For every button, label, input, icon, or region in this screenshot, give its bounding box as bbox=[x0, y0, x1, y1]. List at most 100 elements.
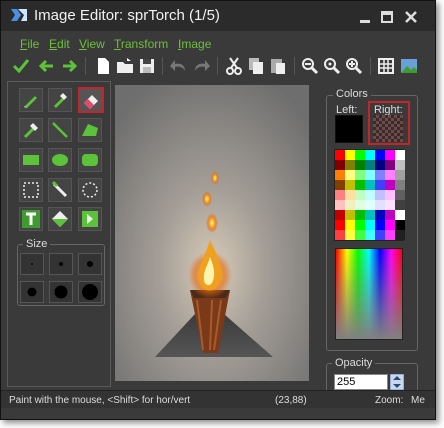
palette-swatch[interactable] bbox=[335, 200, 345, 210]
menu-transform[interactable]: Transform bbox=[114, 37, 168, 51]
opacity-stepper[interactable] bbox=[390, 374, 404, 390]
dropper-tool[interactable] bbox=[19, 118, 43, 142]
palette-swatch[interactable] bbox=[335, 150, 345, 160]
palette-swatch[interactable] bbox=[345, 180, 355, 190]
palette-swatch[interactable] bbox=[355, 190, 365, 200]
menu-image[interactable]: Image bbox=[178, 37, 211, 51]
palette-swatch[interactable] bbox=[395, 230, 405, 240]
palette-swatch[interactable] bbox=[375, 220, 385, 230]
zoom-reset-icon[interactable] bbox=[322, 56, 342, 76]
size-option-6[interactable] bbox=[78, 281, 102, 303]
palette-swatch[interactable] bbox=[395, 210, 405, 220]
palette-swatch[interactable] bbox=[365, 210, 375, 220]
rectangle-tool[interactable] bbox=[19, 148, 43, 172]
size-option-3[interactable] bbox=[78, 253, 102, 275]
palette-swatch[interactable] bbox=[335, 210, 345, 220]
open-folder-icon[interactable] bbox=[115, 56, 135, 76]
undo-arrow-icon[interactable] bbox=[37, 56, 57, 76]
palette-swatch[interactable] bbox=[345, 150, 355, 160]
palette-swatch[interactable] bbox=[375, 180, 385, 190]
grid-icon[interactable] bbox=[376, 56, 396, 76]
copy-icon[interactable] bbox=[246, 56, 266, 76]
palette-swatch[interactable] bbox=[385, 180, 395, 190]
palette-swatch[interactable] bbox=[365, 220, 375, 230]
menu-edit[interactable]: Edit bbox=[49, 37, 70, 51]
palette-swatch[interactable] bbox=[345, 170, 355, 180]
palette-swatch[interactable] bbox=[395, 200, 405, 210]
redo-arrow-icon[interactable] bbox=[59, 56, 79, 76]
palette-swatch[interactable] bbox=[385, 210, 395, 220]
spray-tool[interactable] bbox=[48, 88, 72, 112]
opacity-input[interactable] bbox=[334, 374, 388, 390]
palette-swatch[interactable] bbox=[365, 180, 375, 190]
checkmark-icon[interactable] bbox=[11, 56, 31, 76]
ellipse-tool[interactable] bbox=[48, 148, 72, 172]
cut-icon[interactable] bbox=[224, 56, 244, 76]
palette-swatch[interactable] bbox=[335, 220, 345, 230]
palette-swatch[interactable] bbox=[335, 170, 345, 180]
palette-swatch[interactable] bbox=[385, 220, 395, 230]
palette-swatch[interactable] bbox=[375, 170, 385, 180]
palette-swatch[interactable] bbox=[375, 200, 385, 210]
palette-swatch[interactable] bbox=[335, 230, 345, 240]
palette-swatch[interactable] bbox=[345, 230, 355, 240]
palette-swatch[interactable] bbox=[375, 190, 385, 200]
palette-swatch[interactable] bbox=[385, 200, 395, 210]
palette-swatch[interactable] bbox=[355, 170, 365, 180]
title-bar[interactable]: Image Editor: sprTorch (1/5) bbox=[1, 1, 435, 31]
maximize-button[interactable] bbox=[377, 9, 397, 25]
menu-file[interactable]: File bbox=[20, 37, 39, 51]
palette-swatch[interactable] bbox=[385, 170, 395, 180]
sprite-canvas[interactable] bbox=[115, 85, 309, 381]
palette-swatch[interactable] bbox=[345, 200, 355, 210]
palette-swatch[interactable] bbox=[395, 150, 405, 160]
palette-swatch[interactable] bbox=[355, 220, 365, 230]
size-option-2[interactable] bbox=[49, 253, 73, 275]
palette-swatch[interactable] bbox=[395, 180, 405, 190]
line-tool[interactable] bbox=[48, 118, 72, 142]
eraser-tool[interactable] bbox=[78, 87, 104, 113]
left-color-swatch[interactable] bbox=[335, 115, 363, 143]
palette-swatch[interactable] bbox=[355, 230, 365, 240]
pencil-tool[interactable] bbox=[19, 88, 43, 112]
palette-swatch[interactable] bbox=[345, 220, 355, 230]
palette-swatch[interactable] bbox=[395, 160, 405, 170]
palette-swatch[interactable] bbox=[345, 210, 355, 220]
save-icon[interactable] bbox=[137, 56, 157, 76]
palette-swatch[interactable] bbox=[355, 150, 365, 160]
palette-swatch[interactable] bbox=[355, 160, 365, 170]
palette-swatch[interactable] bbox=[365, 150, 375, 160]
close-button[interactable] bbox=[401, 9, 421, 25]
new-file-icon[interactable] bbox=[93, 56, 113, 76]
palette-swatch[interactable] bbox=[345, 160, 355, 170]
zoom-out-icon[interactable] bbox=[300, 56, 320, 76]
polygon-tool[interactable] bbox=[78, 118, 102, 142]
image-icon[interactable] bbox=[399, 56, 419, 76]
color-spectrum[interactable] bbox=[335, 248, 403, 340]
palette-swatch[interactable] bbox=[365, 200, 375, 210]
size-option-1[interactable] bbox=[20, 253, 44, 275]
fill-tool[interactable] bbox=[48, 207, 72, 231]
undo-icon[interactable] bbox=[169, 56, 189, 76]
palette-swatch[interactable] bbox=[375, 160, 385, 170]
select-ellipse-tool[interactable] bbox=[78, 178, 102, 202]
palette-swatch[interactable] bbox=[365, 170, 375, 180]
change-color-tool[interactable] bbox=[78, 207, 102, 231]
zoom-in-icon[interactable] bbox=[344, 56, 364, 76]
palette-swatch[interactable] bbox=[385, 150, 395, 160]
text-tool[interactable] bbox=[19, 207, 43, 231]
palette-swatch[interactable] bbox=[385, 190, 395, 200]
palette-swatch[interactable] bbox=[385, 230, 395, 240]
palette-swatch[interactable] bbox=[375, 230, 385, 240]
palette-swatch[interactable] bbox=[365, 190, 375, 200]
palette-swatch[interactable] bbox=[395, 220, 405, 230]
palette-swatch[interactable] bbox=[375, 210, 385, 220]
palette-swatch[interactable] bbox=[335, 160, 345, 170]
minimize-button[interactable] bbox=[355, 9, 375, 25]
palette-swatch[interactable] bbox=[355, 200, 365, 210]
palette-swatch[interactable] bbox=[355, 210, 365, 220]
redo-icon[interactable] bbox=[191, 56, 211, 76]
size-option-5[interactable] bbox=[49, 281, 73, 303]
select-rect-tool[interactable] bbox=[19, 178, 43, 202]
rounded-rect-tool[interactable] bbox=[78, 148, 102, 172]
